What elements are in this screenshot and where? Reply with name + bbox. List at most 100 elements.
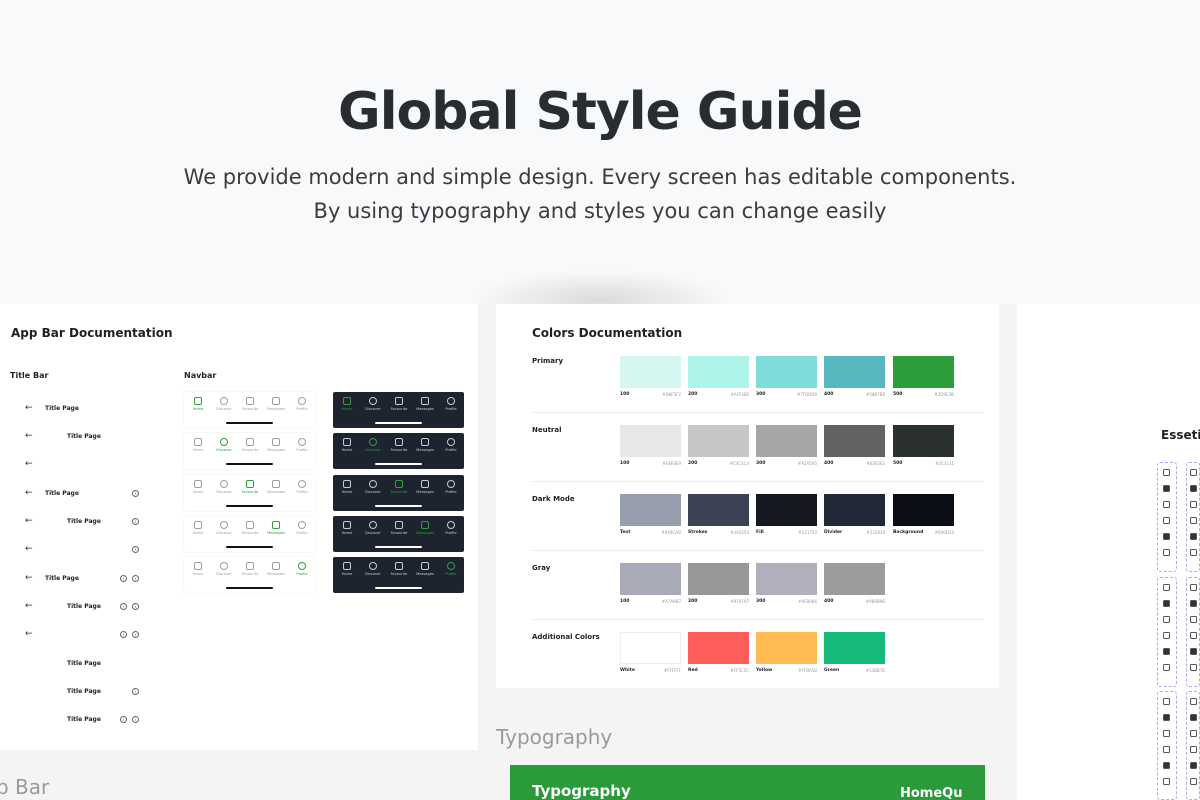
- nav-item-home[interactable]: Home: [335, 521, 359, 535]
- essential-icon[interactable]: [1163, 600, 1170, 607]
- nav-item-messages[interactable]: Messages: [413, 521, 437, 535]
- info-icon[interactable]: i: [132, 603, 139, 610]
- essential-icon[interactable]: [1190, 549, 1197, 556]
- color-swatch[interactable]: [756, 563, 817, 595]
- nav-item-profile[interactable]: Profile: [439, 521, 463, 535]
- info-icon[interactable]: i: [132, 490, 139, 497]
- essential-icon[interactable]: [1190, 616, 1197, 623]
- essential-icon[interactable]: [1163, 549, 1170, 556]
- info-icon[interactable]: i: [120, 631, 127, 638]
- nav-item-home[interactable]: Home: [335, 562, 359, 576]
- nav-item-home[interactable]: Home: [335, 397, 359, 411]
- nav-item-profile[interactable]: Profile: [290, 397, 314, 411]
- nav-item-profile[interactable]: Profile: [439, 438, 463, 452]
- back-arrow-icon[interactable]: ←: [25, 544, 33, 554]
- nav-item-profile[interactable]: Profile: [290, 562, 314, 576]
- essential-icon[interactable]: [1190, 485, 1197, 492]
- info-icon[interactable]: i: [132, 631, 139, 638]
- nav-item-favourite[interactable]: Favourite: [238, 562, 262, 576]
- color-swatch[interactable]: [620, 356, 681, 388]
- nav-item-favourite[interactable]: Favourite: [238, 397, 262, 411]
- essential-icon[interactable]: [1163, 517, 1170, 524]
- color-swatch[interactable]: [620, 563, 681, 595]
- nav-item-profile[interactable]: Profile: [439, 397, 463, 411]
- color-swatch[interactable]: [824, 632, 885, 664]
- back-arrow-icon[interactable]: ←: [25, 403, 33, 413]
- essential-icon[interactable]: [1163, 664, 1170, 671]
- back-arrow-icon[interactable]: ←: [25, 601, 33, 611]
- essential-icon[interactable]: [1163, 533, 1170, 540]
- nav-item-favourite[interactable]: Favourite: [387, 397, 411, 411]
- color-swatch[interactable]: [620, 425, 681, 457]
- info-icon[interactable]: i: [132, 546, 139, 553]
- info-icon[interactable]: i: [132, 518, 139, 525]
- back-arrow-icon[interactable]: ←: [25, 488, 33, 498]
- essential-icon[interactable]: [1190, 584, 1197, 591]
- back-arrow-icon[interactable]: ←: [25, 459, 33, 469]
- nav-item-favourite[interactable]: Favourite: [387, 438, 411, 452]
- essential-icon[interactable]: [1190, 664, 1197, 671]
- essential-icon[interactable]: [1190, 714, 1197, 721]
- nav-item-discover[interactable]: Discover: [361, 397, 385, 411]
- nav-item-discover[interactable]: Discover: [361, 562, 385, 576]
- nav-item-profile[interactable]: Profile: [290, 521, 314, 535]
- color-swatch[interactable]: [824, 494, 885, 526]
- nav-item-discover[interactable]: Discover: [212, 397, 236, 411]
- essential-icon[interactable]: [1163, 584, 1170, 591]
- essential-icon[interactable]: [1190, 762, 1197, 769]
- nav-item-favourite[interactable]: Favourite: [387, 521, 411, 535]
- essential-icon[interactable]: [1163, 648, 1170, 655]
- color-swatch[interactable]: [756, 425, 817, 457]
- essential-icon[interactable]: [1190, 698, 1197, 705]
- nav-item-favourite[interactable]: Favourite: [238, 480, 262, 494]
- nav-item-discover[interactable]: Discover: [212, 480, 236, 494]
- nav-item-home[interactable]: Home: [335, 438, 359, 452]
- essential-icon[interactable]: [1163, 778, 1170, 785]
- back-arrow-icon[interactable]: ←: [25, 629, 33, 639]
- essential-icon[interactable]: [1190, 648, 1197, 655]
- nav-item-messages[interactable]: Messages: [264, 480, 288, 494]
- essential-icon[interactable]: [1163, 632, 1170, 639]
- color-swatch[interactable]: [756, 632, 817, 664]
- color-swatch[interactable]: [688, 494, 749, 526]
- essential-icon[interactable]: [1190, 730, 1197, 737]
- back-arrow-icon[interactable]: ←: [25, 573, 33, 583]
- nav-item-favourite[interactable]: Favourite: [387, 480, 411, 494]
- nav-item-messages[interactable]: Messages: [264, 521, 288, 535]
- nav-item-profile[interactable]: Profile: [439, 480, 463, 494]
- color-swatch[interactable]: [688, 563, 749, 595]
- info-icon[interactable]: i: [132, 688, 139, 695]
- nav-item-home[interactable]: Home: [335, 480, 359, 494]
- nav-item-favourite[interactable]: Favourite: [238, 521, 262, 535]
- essential-icon[interactable]: [1190, 517, 1197, 524]
- info-icon[interactable]: i: [120, 603, 127, 610]
- essential-icon[interactable]: [1190, 778, 1197, 785]
- nav-item-discover[interactable]: Discover: [361, 480, 385, 494]
- essential-icon[interactable]: [1163, 616, 1170, 623]
- color-swatch[interactable]: [620, 632, 681, 664]
- essential-icon[interactable]: [1190, 533, 1197, 540]
- essential-icon[interactable]: [1163, 485, 1170, 492]
- nav-item-profile[interactable]: Profile: [439, 562, 463, 576]
- color-swatch[interactable]: [756, 356, 817, 388]
- nav-item-favourite[interactable]: Favourite: [387, 562, 411, 576]
- back-arrow-icon[interactable]: ←: [25, 516, 33, 526]
- color-swatch[interactable]: [893, 356, 954, 388]
- nav-item-discover[interactable]: Discover: [361, 438, 385, 452]
- color-swatch[interactable]: [688, 632, 749, 664]
- nav-item-messages[interactable]: Messages: [264, 438, 288, 452]
- essential-icon[interactable]: [1163, 714, 1170, 721]
- color-swatch[interactable]: [893, 494, 954, 526]
- nav-item-discover[interactable]: Discover: [212, 438, 236, 452]
- essential-icon[interactable]: [1163, 501, 1170, 508]
- nav-item-messages[interactable]: Messages: [264, 397, 288, 411]
- essential-icon[interactable]: [1190, 746, 1197, 753]
- info-icon[interactable]: i: [120, 575, 127, 582]
- color-swatch[interactable]: [824, 425, 885, 457]
- nav-item-home[interactable]: Home: [186, 521, 210, 535]
- essential-icon[interactable]: [1163, 730, 1170, 737]
- nav-item-messages[interactable]: Messages: [264, 562, 288, 576]
- info-icon[interactable]: i: [132, 716, 139, 723]
- nav-item-home[interactable]: Home: [186, 397, 210, 411]
- nav-item-home[interactable]: Home: [186, 480, 210, 494]
